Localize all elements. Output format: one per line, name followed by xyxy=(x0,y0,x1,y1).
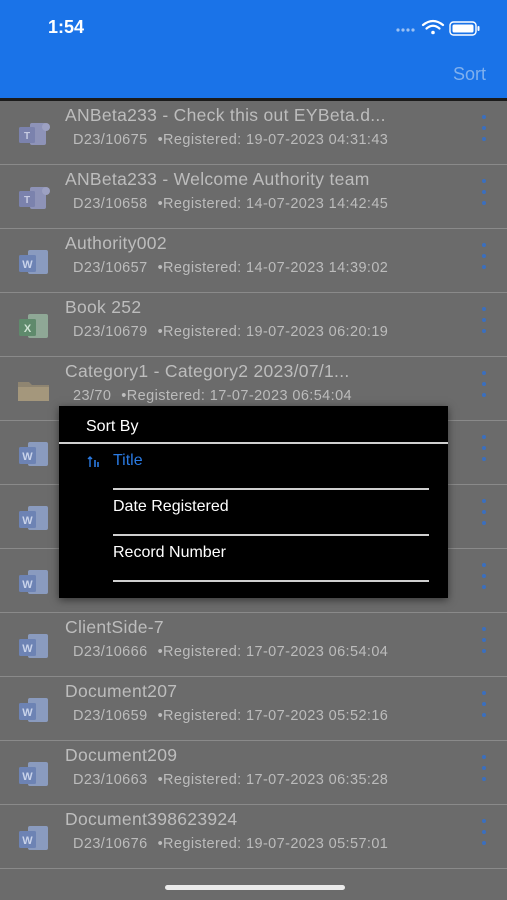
record-registered: •Registered: 19-07-2023 05:57:01 xyxy=(157,836,389,852)
record-registered: •Registered: 17-07-2023 06:54:04 xyxy=(157,644,389,660)
more-options-icon[interactable] xyxy=(478,435,490,469)
word-icon: W xyxy=(19,762,48,786)
record-meta: D23/10666 •Registered: 17-07-2023 06:54:0… xyxy=(73,644,388,660)
record-registered: •Registered: 14-07-2023 14:39:02 xyxy=(157,260,389,276)
svg-text:W: W xyxy=(22,771,33,783)
svg-text:W: W xyxy=(22,835,33,847)
svg-text:W: W xyxy=(22,579,33,591)
list-item[interactable]: X Book 252 D23/10679 •Registered: 19-07-2… xyxy=(0,293,507,357)
sort-option-label: Title xyxy=(113,452,143,469)
home-indicator[interactable] xyxy=(165,885,345,890)
more-options-icon[interactable] xyxy=(478,243,490,277)
wifi-icon xyxy=(421,19,445,35)
sort-option-record-number[interactable]: Record Number xyxy=(113,536,429,582)
more-options-icon[interactable] xyxy=(478,755,490,789)
word-icon: W xyxy=(19,826,48,850)
svg-text:W: W xyxy=(22,515,33,527)
list-item[interactable]: W Authority002 D23/10657 •Registered: 14-… xyxy=(0,229,507,293)
list-item[interactable]: W ClientSide-7 D23/10666 •Registered: 17-… xyxy=(0,613,507,677)
record-meta: D23/10676 •Registered: 19-07-2023 05:57:0… xyxy=(73,836,388,852)
record-registered: •Registered: 17-07-2023 05:52:16 xyxy=(157,708,389,724)
more-options-icon[interactable] xyxy=(478,627,490,661)
teams-icon: T xyxy=(19,187,50,209)
record-meta: D23/10659 •Registered: 17-07-2023 05:52:1… xyxy=(73,708,388,724)
folder-icon xyxy=(18,382,49,401)
record-number: D23/10666 xyxy=(73,644,148,660)
record-title: Authority002 xyxy=(65,233,167,253)
sort-menu-heading: Sort By xyxy=(86,418,139,435)
status-icons xyxy=(396,19,480,36)
more-options-icon[interactable] xyxy=(478,307,490,341)
cellular-signal-icon xyxy=(396,28,415,32)
record-registered: •Registered: 14-07-2023 14:42:45 xyxy=(157,196,389,212)
record-number: D23/10675 xyxy=(73,132,148,148)
more-options-icon[interactable] xyxy=(478,691,490,725)
record-number: D23/10659 xyxy=(73,708,148,724)
record-title: Document207 xyxy=(65,681,178,701)
list-item[interactable]: W Document398623924 D23/10676 •Registered… xyxy=(0,805,507,869)
svg-text:W: W xyxy=(22,259,33,271)
svg-text:X: X xyxy=(24,323,32,335)
navigation-bar: 1:54 Sort xyxy=(0,0,507,98)
sort-option-label: Date Registered xyxy=(113,498,229,515)
word-icon: W xyxy=(19,698,48,722)
record-title: ANBeta233 - Welcome Authority team xyxy=(65,169,370,189)
more-options-icon[interactable] xyxy=(478,499,490,533)
record-title: Category1 - Category2 2023/07/1... xyxy=(65,361,350,381)
word-icon: W xyxy=(19,250,48,274)
record-title: ClientSide-7 xyxy=(65,617,164,637)
word-icon: W xyxy=(19,442,48,466)
record-number: D23/10679 xyxy=(73,324,148,340)
list-item[interactable]: W Document209 D23/10663 •Registered: 17-0… xyxy=(0,741,507,805)
sort-option-date-registered[interactable]: Date Registered xyxy=(113,490,429,536)
record-meta: D23/10663 •Registered: 17-07-2023 06:35:2… xyxy=(73,772,388,788)
list-item[interactable]: T ANBeta233 - Welcome Authority team D23… xyxy=(0,165,507,229)
svg-text:T: T xyxy=(24,131,30,142)
sort-option-title[interactable]: Title xyxy=(87,444,429,490)
word-icon: W xyxy=(19,634,48,658)
excel-icon: X xyxy=(19,314,48,338)
more-options-icon[interactable] xyxy=(478,563,490,597)
record-meta: D23/10679 •Registered: 19-07-2023 06:20:1… xyxy=(73,324,388,340)
record-registered: •Registered: 17-07-2023 06:54:04 xyxy=(121,388,352,404)
record-meta: D23/10658 •Registered: 14-07-2023 14:42:4… xyxy=(73,196,388,212)
more-options-icon[interactable] xyxy=(478,179,490,213)
record-title: Book 252 xyxy=(65,297,142,317)
record-number: D23/10676 xyxy=(73,836,148,852)
record-number: D23/10657 xyxy=(73,260,148,276)
svg-text:W: W xyxy=(22,451,33,463)
more-options-icon[interactable] xyxy=(478,371,490,405)
record-title: ANBeta233 - Check this out EYBeta.d... xyxy=(65,105,386,125)
svg-text:W: W xyxy=(22,707,33,719)
teams-icon: T xyxy=(19,123,50,145)
battery-icon xyxy=(449,21,480,36)
record-registered: •Registered: 17-07-2023 06:35:28 xyxy=(157,772,389,788)
record-meta: 23/70 •Registered: 17-07-2023 06:54:04 xyxy=(73,388,352,404)
record-title: Document398623924 xyxy=(65,809,238,829)
record-title: Document209 xyxy=(65,745,178,765)
record-number: 23/70 xyxy=(73,388,112,404)
sort-option-label: Record Number xyxy=(113,544,226,561)
list-item[interactable]: T ANBeta233 - Check this out EYBeta.d...… xyxy=(0,101,507,165)
sort-menu: Sort By Title Date Registered Record Num… xyxy=(59,406,448,598)
more-options-icon[interactable] xyxy=(478,115,490,149)
record-registered: •Registered: 19-07-2023 04:31:43 xyxy=(157,132,389,148)
divider xyxy=(113,580,429,582)
word-icon: W xyxy=(19,506,48,530)
record-number: D23/10658 xyxy=(73,196,148,212)
record-meta: D23/10657 •Registered: 14-07-2023 14:39:0… xyxy=(73,260,388,276)
word-icon: W xyxy=(19,570,48,594)
svg-text:T: T xyxy=(24,195,30,206)
sort-button[interactable]: Sort xyxy=(453,64,486,85)
record-meta: D23/10675 •Registered: 19-07-2023 04:31:4… xyxy=(73,132,388,148)
more-options-icon[interactable] xyxy=(478,819,490,853)
record-number: D23/10663 xyxy=(73,772,148,788)
svg-text:W: W xyxy=(22,643,33,655)
sort-ascending-icon xyxy=(87,456,99,467)
record-registered: •Registered: 19-07-2023 06:20:19 xyxy=(157,324,389,340)
status-time: 1:54 xyxy=(48,17,85,37)
list-item[interactable]: W Document207 D23/10659 •Registered: 17-0… xyxy=(0,677,507,741)
